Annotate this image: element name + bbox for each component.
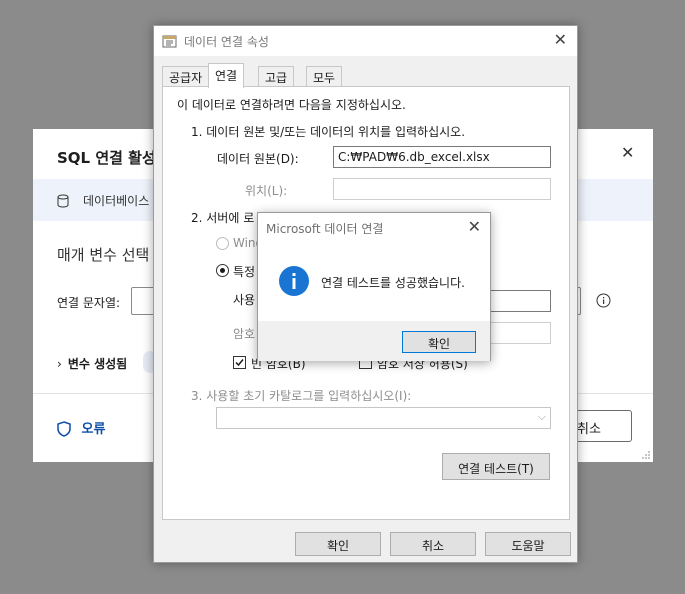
messagebox-footer: 확인 [258,321,490,361]
section-title: 매개 변수 선택 [57,246,150,264]
ok-button[interactable]: 확인 [295,532,381,556]
close-icon[interactable]: ✕ [621,143,634,162]
tab-connection[interactable]: 연결 [208,63,245,88]
errors-link[interactable]: 오류 [57,418,105,441]
step2-text: 2. 서버에 로 [191,211,255,225]
blank-password-checkbox[interactable] [233,356,246,369]
close-icon[interactable]: ✕ [554,30,567,49]
datasource-input[interactable]: C:₩PAD₩6.db_excel.xlsx [333,146,551,168]
intro-text: 이 데이터로 연결하려면 다음을 지정하십시오. [177,98,406,112]
info-icon[interactable] [596,293,611,312]
tab-advanced[interactable]: 고급 [258,66,295,86]
messagebox-ok-button[interactable]: 확인 [402,331,476,353]
test-connection-button[interactable]: 연결 테스트(T) [442,453,550,480]
initial-catalog-combo[interactable]: ⌵ [216,407,551,429]
tab-all[interactable]: 모두 [306,66,343,86]
dialog-title: SQL 연결 활성 [57,149,156,167]
password-label: 암호 [233,327,256,341]
shield-icon [57,421,76,441]
username-label: 사용 [233,293,256,307]
test-success-messagebox: Microsoft 데이터 연결 ✕ 연결 테스트를 성공했습니다. 확인 [257,212,491,361]
window-title: 데이터 연결 속성 [184,35,269,49]
messagebox-text: 연결 테스트를 성공했습니다. [321,276,465,290]
username-input[interactable] [488,290,551,312]
data-link-app-icon [162,33,178,53]
errors-label: 오류 [81,422,106,437]
location-input[interactable] [333,178,551,200]
cancel-button[interactable]: 취소 [390,532,476,556]
location-label: 위치(L): [245,184,288,198]
variables-produced-toggle[interactable]: › 변수 생성됨 [57,355,127,372]
resize-grip-icon[interactable] [641,450,651,460]
variables-label: 변수 생성됨 [67,357,128,371]
information-icon [278,265,310,301]
database-icon [57,193,69,212]
step1-text: 1. 데이터 원본 및/또는 데이터의 위치를 입력하십시오. [191,125,466,139]
info-text: 데이터베이스 [83,194,150,208]
connection-string-label: 연결 문자열: [57,296,121,310]
windows-auth-radio[interactable] [216,237,229,250]
messagebox-title: Microsoft 데이터 연결 [266,222,384,236]
specific-user-label: 특정 [233,265,256,279]
specific-user-radio[interactable] [216,264,229,277]
datasource-label: 데이터 원본(D): [217,152,299,166]
help-button[interactable]: 도움말 [485,532,571,556]
password-input[interactable] [488,322,551,344]
tab-provider[interactable]: 공급자 [162,66,210,86]
step3-text: 3. 사용할 초기 카탈로그를 입력하십시오(I): [191,389,412,403]
window-titlebar: 데이터 연결 속성 ✕ [154,26,577,56]
chevron-right-icon: › [57,357,62,371]
chevron-down-icon: ⌵ [537,410,546,423]
close-icon[interactable]: ✕ [468,217,481,236]
